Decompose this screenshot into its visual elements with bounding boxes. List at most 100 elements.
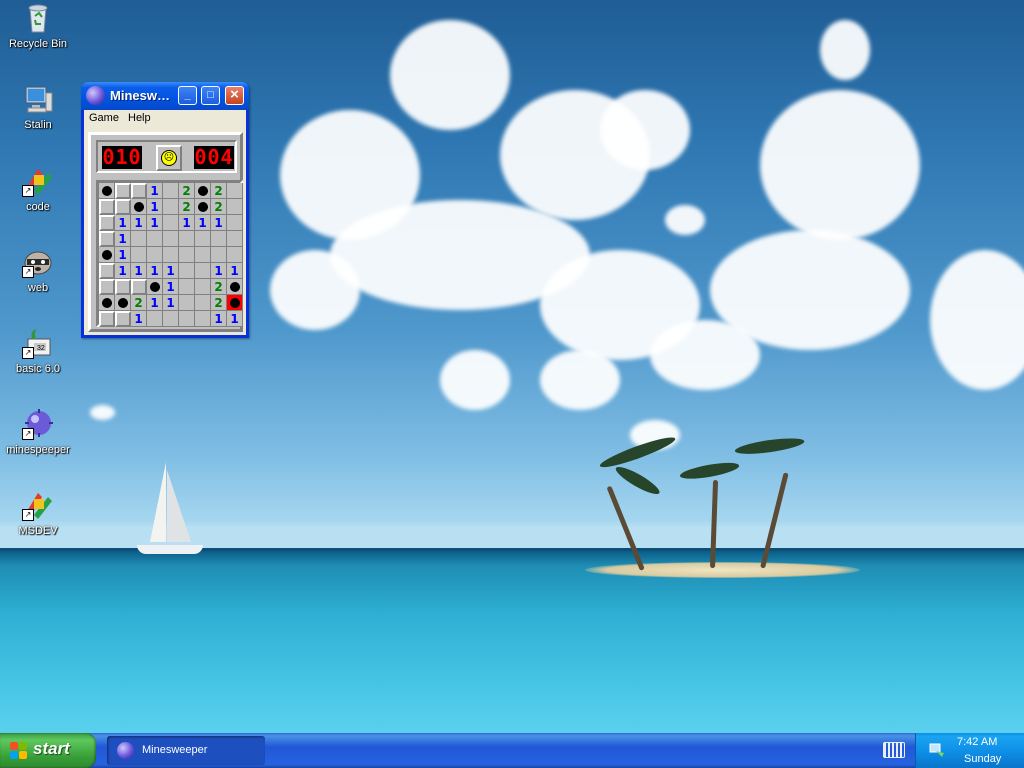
close-button[interactable]: × bbox=[225, 86, 244, 105]
empty-cell[interactable] bbox=[163, 247, 179, 263]
number-cell[interactable]: 2 bbox=[211, 183, 227, 199]
number-cell[interactable]: 1 bbox=[211, 311, 227, 327]
reset-face-button[interactable]: ☹ bbox=[156, 145, 182, 171]
unrevealed-cell[interactable] bbox=[99, 199, 115, 215]
clock-time[interactable]: 7:42 AM bbox=[957, 736, 997, 748]
empty-cell[interactable] bbox=[195, 295, 211, 311]
number-cell[interactable]: 1 bbox=[147, 199, 163, 215]
menu-help[interactable]: Help bbox=[128, 112, 151, 124]
empty-cell[interactable] bbox=[179, 231, 195, 247]
empty-cell[interactable] bbox=[131, 231, 147, 247]
unrevealed-cell[interactable] bbox=[115, 311, 131, 327]
number-cell[interactable]: 1 bbox=[131, 263, 147, 279]
maximize-button[interactable]: □ bbox=[201, 86, 220, 105]
number-cell[interactable]: 1 bbox=[115, 215, 131, 231]
unrevealed-cell[interactable] bbox=[99, 263, 115, 279]
number-cell[interactable]: 1 bbox=[147, 215, 163, 231]
number-cell[interactable]: 1 bbox=[131, 215, 147, 231]
empty-cell[interactable] bbox=[195, 263, 211, 279]
number-cell[interactable]: 2 bbox=[179, 183, 195, 199]
number-cell[interactable]: 1 bbox=[131, 311, 147, 327]
mine-cell[interactable] bbox=[99, 247, 115, 263]
empty-cell[interactable] bbox=[163, 311, 179, 327]
number-cell[interactable]: 1 bbox=[115, 231, 131, 247]
mine-cell[interactable] bbox=[147, 279, 163, 295]
taskbar-button-minesweeper[interactable]: Minesweeper bbox=[107, 736, 265, 765]
unrevealed-cell[interactable] bbox=[115, 183, 131, 199]
desktop-icon-minespeeper[interactable]: ↗ minespeeper bbox=[0, 408, 76, 456]
menu-game[interactable]: Game bbox=[89, 112, 119, 124]
minesweeper-window[interactable]: Minesw… _ □ × Game Help 010 ☹ 004 122122… bbox=[81, 82, 249, 338]
number-cell[interactable]: 1 bbox=[115, 247, 131, 263]
empty-cell[interactable] bbox=[227, 183, 243, 199]
empty-cell[interactable] bbox=[195, 311, 211, 327]
empty-cell[interactable] bbox=[227, 231, 243, 247]
number-cell[interactable]: 1 bbox=[163, 295, 179, 311]
number-cell[interactable]: 1 bbox=[195, 215, 211, 231]
desktop-icon-msdev[interactable]: ↗ MSDEV bbox=[0, 489, 76, 537]
number-cell[interactable]: 1 bbox=[115, 263, 131, 279]
number-cell[interactable]: 1 bbox=[147, 295, 163, 311]
minimize-button[interactable]: _ bbox=[178, 86, 197, 105]
empty-cell[interactable] bbox=[147, 311, 163, 327]
desktop-icon-stalin[interactable]: Stalin bbox=[0, 83, 76, 131]
unrevealed-cell[interactable] bbox=[115, 279, 131, 295]
number-cell[interactable]: 1 bbox=[211, 263, 227, 279]
mine-cell[interactable] bbox=[99, 183, 115, 199]
empty-cell[interactable] bbox=[179, 311, 195, 327]
keyboard-icon[interactable] bbox=[883, 742, 905, 758]
unrevealed-cell[interactable] bbox=[99, 311, 115, 327]
mine-cell[interactable] bbox=[195, 199, 211, 215]
empty-cell[interactable] bbox=[195, 279, 211, 295]
empty-cell[interactable] bbox=[195, 231, 211, 247]
network-icon[interactable] bbox=[928, 741, 946, 759]
title-bar[interactable]: Minesw… _ □ × bbox=[81, 82, 249, 110]
mine-cell[interactable] bbox=[99, 295, 115, 311]
desktop-icon-basic[interactable]: 32 ↗ basic 6.0 bbox=[0, 327, 76, 375]
empty-cell[interactable] bbox=[163, 231, 179, 247]
unrevealed-cell[interactable] bbox=[115, 199, 131, 215]
unrevealed-cell[interactable] bbox=[131, 183, 147, 199]
empty-cell[interactable] bbox=[179, 279, 195, 295]
desktop-icon-web[interactable]: ↗ web bbox=[0, 246, 76, 294]
number-cell[interactable]: 1 bbox=[227, 311, 243, 327]
mine-cell[interactable] bbox=[227, 279, 243, 295]
empty-cell[interactable] bbox=[195, 247, 211, 263]
empty-cell[interactable] bbox=[227, 199, 243, 215]
mine-cell[interactable] bbox=[195, 183, 211, 199]
empty-cell[interactable] bbox=[227, 247, 243, 263]
exploded-mine-cell[interactable] bbox=[227, 295, 243, 311]
number-cell[interactable]: 2 bbox=[211, 279, 227, 295]
number-cell[interactable]: 1 bbox=[163, 279, 179, 295]
unrevealed-cell[interactable] bbox=[131, 279, 147, 295]
desktop-icon-code[interactable]: ↗ code bbox=[0, 165, 76, 213]
number-cell[interactable]: 2 bbox=[179, 199, 195, 215]
empty-cell[interactable] bbox=[163, 199, 179, 215]
number-cell[interactable]: 1 bbox=[211, 215, 227, 231]
empty-cell[interactable] bbox=[179, 247, 195, 263]
empty-cell[interactable] bbox=[179, 295, 195, 311]
number-cell[interactable]: 1 bbox=[163, 263, 179, 279]
start-button[interactable]: start bbox=[0, 733, 96, 768]
empty-cell[interactable] bbox=[211, 231, 227, 247]
empty-cell[interactable] bbox=[211, 247, 227, 263]
number-cell[interactable]: 2 bbox=[131, 295, 147, 311]
empty-cell[interactable] bbox=[179, 263, 195, 279]
number-cell[interactable]: 2 bbox=[211, 199, 227, 215]
empty-cell[interactable] bbox=[147, 231, 163, 247]
empty-cell[interactable] bbox=[147, 247, 163, 263]
mine-cell[interactable] bbox=[131, 199, 147, 215]
mine-cell[interactable] bbox=[115, 295, 131, 311]
empty-cell[interactable] bbox=[227, 215, 243, 231]
number-cell[interactable]: 1 bbox=[179, 215, 195, 231]
desktop-icon-recycle-bin[interactable]: Recycle Bin bbox=[0, 2, 76, 50]
number-cell[interactable]: 1 bbox=[147, 263, 163, 279]
number-cell[interactable]: 1 bbox=[147, 183, 163, 199]
number-cell[interactable]: 2 bbox=[211, 295, 227, 311]
number-cell[interactable]: 1 bbox=[227, 263, 243, 279]
unrevealed-cell[interactable] bbox=[99, 279, 115, 295]
empty-cell[interactable] bbox=[163, 215, 179, 231]
unrevealed-cell[interactable] bbox=[99, 215, 115, 231]
empty-cell[interactable] bbox=[131, 247, 147, 263]
empty-cell[interactable] bbox=[163, 183, 179, 199]
